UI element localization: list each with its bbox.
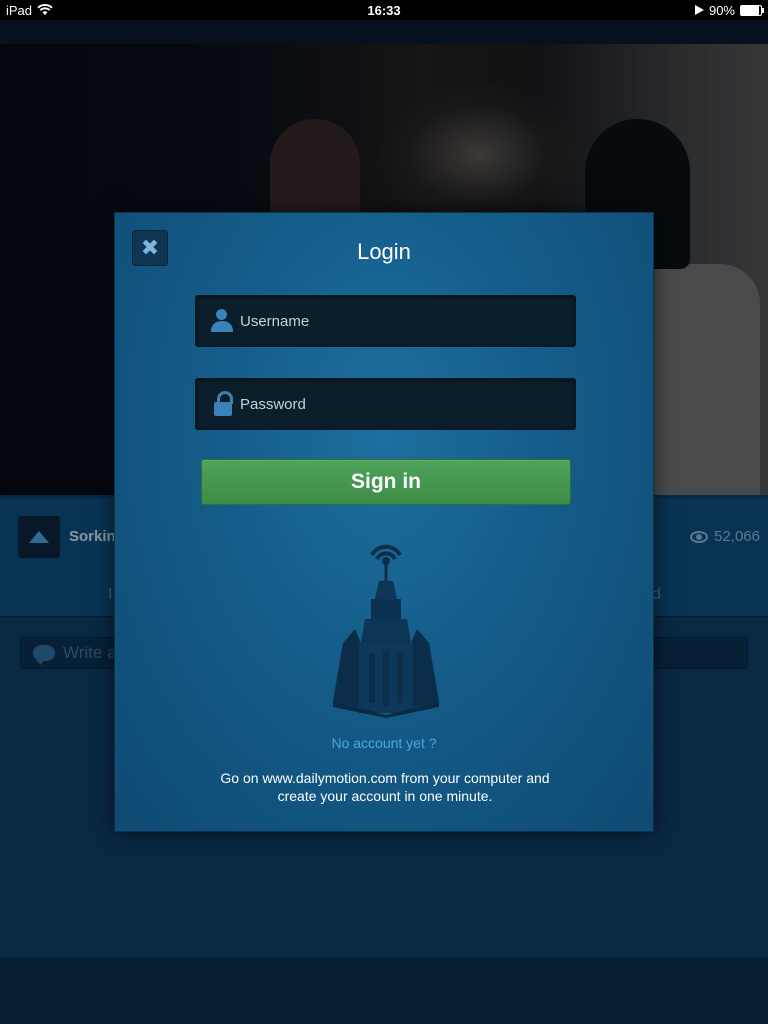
device-label: iPad [6, 2, 33, 18]
user-icon [196, 295, 240, 347]
sign-in-button[interactable]: Sign in [201, 459, 571, 505]
battery-percent: 90% [708, 2, 735, 18]
status-bar: iPad 16:33 90% [0, 0, 768, 20]
status-right: 90% [694, 2, 764, 18]
username-input[interactable] [240, 312, 560, 330]
status-left: iPad [6, 3, 53, 18]
lock-icon [196, 378, 240, 430]
account-info-line-2: create your account in one minute. [277, 788, 493, 804]
play-icon [694, 5, 704, 15]
account-info-line-1: Go on www.dailymotion.com from your comp… [220, 770, 550, 786]
screen: iPad 16:33 90% Sorkini 52,066 I d Write … [0, 0, 768, 1024]
password-input[interactable] [240, 395, 560, 413]
login-modal: ✖ Login Sign in [114, 212, 654, 832]
battery-fill [741, 5, 759, 15]
modal-title: Login [357, 239, 411, 264]
battery-icon [740, 4, 764, 16]
status-time: 16:33 [367, 2, 401, 18]
no-account-link[interactable]: No account yet ? [115, 735, 653, 751]
tower-antenna-icon [333, 544, 439, 718]
wifi-icon [37, 4, 53, 15]
account-info-text: Go on www.dailymotion.com from your comp… [175, 769, 595, 805]
username-field[interactable] [195, 295, 576, 347]
password-field[interactable] [195, 378, 576, 430]
